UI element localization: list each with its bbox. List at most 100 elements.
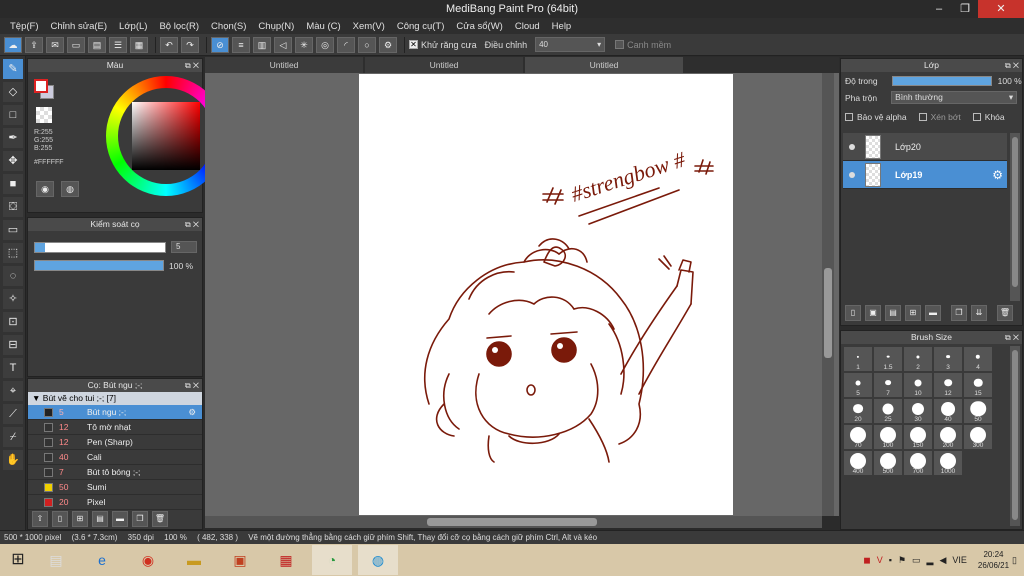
ellipse-snap-icon[interactable]: ○ <box>358 36 376 53</box>
brush-size-slider[interactable] <box>34 242 166 253</box>
eraser-tool-icon[interactable]: ◇ <box>3 82 23 102</box>
new-halftone-layer-icon[interactable]: ▣ <box>865 305 881 321</box>
cross-snap-icon[interactable]: ▥ <box>253 36 271 53</box>
clip-checkbox[interactable] <box>918 112 927 121</box>
eye-icon[interactable] <box>849 143 855 150</box>
brush-item[interactable]: 50 Sumi <box>28 480 202 495</box>
gear-icon[interactable]: ⚙ <box>992 168 1003 182</box>
foreground-color-swatch[interactable] <box>34 79 48 93</box>
move-tool-icon[interactable]: ✥ <box>3 151 23 171</box>
brush-size-option[interactable]: 700 <box>903 450 933 476</box>
bucket-tool-icon[interactable]: ⛋ <box>3 197 23 217</box>
brush-size-option[interactable]: 100 <box>873 424 903 450</box>
medibang-icon[interactable]: ◍ <box>358 545 398 575</box>
brush-size-option[interactable]: 40 <box>933 398 963 424</box>
brush-size-option[interactable]: 1.5 <box>873 346 903 372</box>
bluestacks-icon[interactable]: ▤ <box>36 545 76 575</box>
canvas-horizontal-scrollbar[interactable] <box>205 516 822 528</box>
merge-layer-icon[interactable]: ⇊ <box>971 305 987 321</box>
grid-icon[interactable]: ▦ <box>130 36 148 53</box>
edge-checkbox[interactable] <box>615 40 625 49</box>
new-brush-icon[interactable]: ▯ <box>52 511 68 527</box>
brush-size-option[interactable]: 7 <box>873 372 903 398</box>
eye-icon[interactable] <box>849 171 855 178</box>
app-grid-icon[interactable]: ▦ <box>266 545 306 575</box>
eyedropper-tool-icon[interactable]: ⌿ <box>3 427 23 447</box>
new-8bit-layer-icon[interactable]: ▤ <box>885 305 901 321</box>
no-snap-icon[interactable]: ⊘ <box>211 36 229 53</box>
menu-tools[interactable]: Công cụ(T) <box>397 21 445 32</box>
brush-size-option[interactable]: 30 <box>903 398 933 424</box>
comment-icon[interactable]: ✉ <box>46 36 64 53</box>
panel-close-icon[interactable]: ⧉ ✕ <box>1005 331 1019 344</box>
menu-select[interactable]: Chọn(S) <box>211 21 246 32</box>
brush-size-option[interactable]: 2 <box>903 346 933 372</box>
upload-icon[interactable]: ⇧ <box>32 511 48 527</box>
tab-document-2[interactable]: Untitled <box>365 57 523 73</box>
lock-checkbox[interactable] <box>972 112 981 121</box>
layer-opacity-slider[interactable] <box>891 75 992 86</box>
brush-size-value[interactable]: 5 <box>171 241 197 253</box>
close-button[interactable]: ✕ <box>978 0 1024 18</box>
brush-size-option[interactable]: 20 <box>843 398 873 424</box>
brush-size-option[interactable]: 50 <box>963 398 993 424</box>
brush-size-option[interactable]: 1 <box>843 346 873 372</box>
brush-size-option[interactable]: 400 <box>843 450 873 476</box>
antivirus-icon[interactable]: ◼ <box>863 555 870 566</box>
drawing-canvas[interactable]: #strengbow # <box>359 74 733 515</box>
brush-item[interactable]: 12 Tô mờ nhạt <box>28 420 202 435</box>
maximize-button[interactable]: ❐ <box>952 0 978 18</box>
panel-close-icon[interactable]: ⧉ ✕ <box>185 379 199 392</box>
radial-snap-icon[interactable]: ✳ <box>295 36 313 53</box>
antialias-checkbox[interactable]: ✕ <box>409 40 418 49</box>
brush-item[interactable]: 40 Cali <box>28 450 202 465</box>
battery-icon[interactable]: ▭ <box>912 555 921 566</box>
brush-size-option[interactable]: 5 <box>843 372 873 398</box>
minimize-button[interactable]: – <box>926 0 952 18</box>
tab-document-3[interactable]: Untitled <box>525 57 683 73</box>
layer-scrollbar[interactable] <box>1010 133 1020 301</box>
folder-icon[interactable]: ▬ <box>112 511 128 527</box>
menu-window[interactable]: Cửa sổ(W) <box>456 21 502 32</box>
brush-size-option[interactable]: 500 <box>873 450 903 476</box>
brush-size-option[interactable]: 70 <box>843 424 873 450</box>
new-layer-icon[interactable]: ▯ <box>845 305 861 321</box>
menu-help[interactable]: Help <box>552 21 572 32</box>
redo-icon[interactable]: ↷ <box>181 36 199 53</box>
menu-layer[interactable]: Lớp(L) <box>119 21 147 32</box>
brush-size-option[interactable]: 200 <box>933 424 963 450</box>
brush-size-option[interactable]: 1000 <box>933 450 963 476</box>
chat-icon[interactable]: ▭ <box>67 36 85 53</box>
brush-size-option[interactable]: 300 <box>963 424 993 450</box>
menu-edit[interactable]: Chỉnh sửa(E) <box>51 21 108 32</box>
layer-folder-icon[interactable]: ▬ <box>925 305 941 321</box>
parallel-snap-icon[interactable]: ≡ <box>232 36 250 53</box>
brush-opacity-slider[interactable] <box>34 260 164 271</box>
brush-tool-icon[interactable]: ✎ <box>3 59 23 79</box>
flag-icon[interactable]: ⚑ <box>898 555 906 566</box>
hand-tool-icon[interactable]: ✋ <box>3 450 23 470</box>
brush-size-option[interactable]: 4 <box>963 346 993 372</box>
curve-snap-icon[interactable]: ◜ <box>337 36 355 53</box>
duplicate-icon[interactable]: ❐ <box>132 511 148 527</box>
cloud-icon[interactable]: ☁ <box>4 36 22 53</box>
delete-layer-icon[interactable]: 🗑 <box>997 305 1013 321</box>
palette-icon[interactable]: ◉ <box>36 181 54 197</box>
menu-cloud[interactable]: Cloud <box>515 21 540 32</box>
select-eraser-tool-icon[interactable]: ⊟ <box>3 335 23 355</box>
add-brush-icon[interactable]: ⊞ <box>72 511 88 527</box>
rect-tool-icon[interactable]: □ <box>3 105 23 125</box>
select-pen-tool-icon[interactable]: ⊡ <box>3 312 23 332</box>
blend-mode-select[interactable]: Bình thường <box>891 91 1018 104</box>
palette-add-icon[interactable]: ◍ <box>61 181 79 197</box>
brush-item[interactable]: 7 Bút tô bóng ;-; <box>28 465 202 480</box>
menu-filter[interactable]: Bộ lọc(R) <box>159 21 199 32</box>
gear-icon[interactable]: ⚙ <box>188 407 196 418</box>
vanish-snap-icon[interactable]: ◁ <box>274 36 292 53</box>
pen-tool-icon[interactable]: ✒ <box>3 128 23 148</box>
app-green-icon[interactable]: ◔ <box>312 545 352 575</box>
brush-size-scrollbar[interactable] <box>1010 346 1020 526</box>
brush-item[interactable]: 20 Pixel <box>28 495 202 510</box>
action-center-icon[interactable]: ▯ <box>1012 555 1017 566</box>
layer-item[interactable]: Lớp20 <box>843 133 1007 161</box>
